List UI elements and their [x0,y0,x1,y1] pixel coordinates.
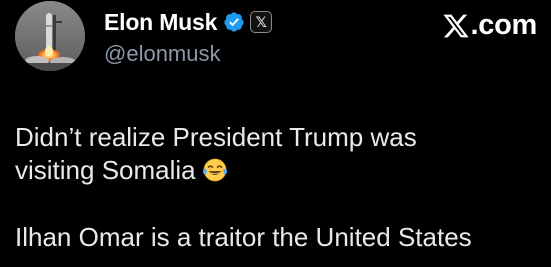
avatar[interactable] [15,1,85,71]
site-domain-text: .com [470,9,538,41]
x-affiliation-badge-icon[interactable]: 𝕏 [250,11,273,33]
face-with-tears-of-joy-emoji-icon [202,157,228,183]
site-watermark: .com [442,9,538,42]
tweet-line-2: visiting Somalia [15,155,196,185]
tweet-line-1: Didn’t realize President Trump was [15,122,417,152]
tweet-line-3: Ilhan Omar is a traitor the United State… [15,222,472,252]
tweet-paragraph-2: Ilhan Omar is a traitor the United State… [15,221,545,254]
starship-launch-avatar-icon [15,1,85,71]
verified-badge-icon [223,11,245,33]
author-name-row: Elon Musk 𝕏 [104,6,273,38]
tweet-card: Elon Musk 𝕏 @elonmusk .com Didn’t realiz… [0,0,551,267]
author-display-name[interactable]: Elon Musk [104,9,217,36]
author-handle[interactable]: @elonmusk [104,41,221,67]
x-logo-icon [442,12,470,40]
tweet-paragraph-1: Didn’t realize President Trump was visit… [15,121,545,187]
tweet-body: Didn’t realize President Trump was visit… [15,121,545,254]
